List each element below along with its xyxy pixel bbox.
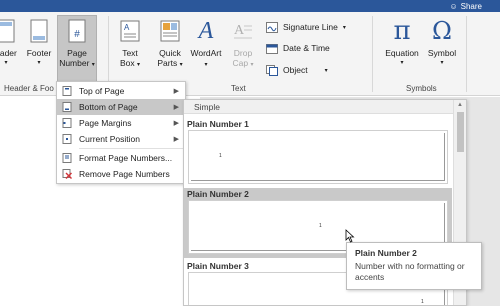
date-time-button[interactable]: Date & Time: [266, 41, 330, 55]
text-box-label-2: Box ▾: [119, 58, 141, 68]
drop-cap-button[interactable]: A Drop Cap ▾: [228, 16, 258, 82]
chevron-down-icon: ▾: [324, 67, 328, 74]
equation-button[interactable]: π Equation ▾: [382, 16, 422, 82]
title-bar: ☺ Share: [0, 0, 500, 12]
page-number-icon: #: [63, 16, 91, 46]
wordart-button[interactable]: A WordArt ▾: [188, 16, 224, 82]
page-number-menu: Top of Page ▶ Bottom of Page ▶ Page Marg…: [56, 81, 186, 184]
group-separator: [372, 16, 373, 92]
gallery-item-preview: 1: [188, 130, 448, 184]
symbol-button[interactable]: Ω Symbol ▾: [425, 16, 459, 82]
drop-cap-icon: A: [229, 16, 257, 46]
text-box-label-1: Text: [122, 48, 138, 58]
bottom-of-page-icon: [62, 102, 72, 112]
share-label: Share: [460, 1, 482, 11]
page-number-button[interactable]: # Page Number ▾: [57, 15, 97, 83]
header-button[interactable]: eader ▾: [0, 16, 18, 82]
menu-separator: [79, 148, 185, 149]
group-label-symbols: Symbols: [406, 84, 437, 93]
page-number-preview: 1: [319, 223, 322, 229]
scrollbar-thumb[interactable]: [457, 112, 464, 152]
group-label-header-footer: Header & Foo: [4, 84, 54, 93]
top-of-page-icon: [62, 86, 72, 96]
group-separator: [466, 16, 467, 92]
wordart-icon: A: [198, 18, 214, 44]
menu-item-remove-page-numbers[interactable]: Remove Page Numbers: [57, 166, 185, 182]
date-time-label: Date & Time: [283, 43, 330, 53]
menu-item-top-of-page[interactable]: Top of Page ▶: [57, 83, 185, 99]
signature-line-label: Signature Line: [283, 22, 338, 32]
object-label: Object: [283, 65, 308, 75]
chevron-down-icon: ▾: [4, 60, 8, 66]
gallery-item-plain-number-1[interactable]: Plain Number 1 1: [184, 118, 452, 184]
symbol-label: Symbol: [427, 48, 457, 58]
footer-button[interactable]: Footer ▾: [22, 16, 56, 82]
menu-item-label: Bottom of Page: [79, 102, 138, 112]
page-number-preview: 1: [421, 299, 424, 305]
tooltip: Plain Number 2 Number with no formatting…: [346, 242, 482, 290]
header-icon: [0, 16, 20, 46]
menu-item-label: Page Margins: [79, 118, 132, 128]
menu-item-current-position[interactable]: Current Position ▶: [57, 131, 185, 147]
text-box-button[interactable]: A Text Box ▾: [114, 16, 146, 82]
gallery-section-header: Simple: [184, 100, 466, 114]
format-page-numbers-icon: [62, 153, 72, 163]
menu-item-label: Format Page Numbers...: [79, 153, 173, 163]
signature-line-button[interactable]: Signature Line ▾: [266, 20, 346, 34]
menu-item-label: Current Position: [79, 134, 140, 144]
chevron-right-icon: ▶: [173, 120, 179, 127]
calendar-icon: [266, 43, 278, 54]
page-number-preview: 1: [219, 153, 222, 159]
menu-item-label: Top of Page: [79, 86, 125, 96]
tooltip-description: Number with no formatting or accents: [355, 261, 465, 282]
object-button[interactable]: Object ▾: [266, 63, 328, 77]
hash-glyph: #: [74, 29, 80, 40]
group-label-text: Text: [231, 84, 246, 93]
equation-label: Equation: [385, 48, 419, 58]
person-icon: ☺: [449, 1, 458, 11]
text-box-icon: A: [116, 16, 144, 46]
chevron-right-icon: ▶: [173, 104, 179, 111]
quick-parts-label-2: Parts ▾: [157, 58, 183, 68]
remove-page-numbers-icon: [62, 169, 72, 179]
omega-icon: Ω: [432, 17, 452, 45]
menu-item-format-page-numbers[interactable]: Format Page Numbers...: [57, 150, 185, 166]
gallery-item-title: Plain Number 1: [187, 119, 249, 129]
chevron-down-icon: ▾: [342, 24, 346, 31]
svg-text:A: A: [234, 23, 245, 38]
menu-item-label: Remove Page Numbers: [79, 169, 170, 179]
wordart-label: WordArt ▾: [190, 48, 222, 68]
header-label: eader: [0, 48, 17, 58]
mouse-cursor-icon: [345, 229, 355, 243]
signature-icon: [266, 21, 278, 33]
quick-parts-label-1: Quick: [159, 48, 181, 58]
chevron-right-icon: ▶: [173, 88, 179, 95]
share-button[interactable]: ☺ Share: [449, 0, 482, 12]
chevron-down-icon: ▾: [37, 60, 41, 66]
page-number-label-2: Number ▾: [59, 58, 95, 68]
drop-cap-label-1: Drop: [233, 48, 253, 58]
chevron-right-icon: ▶: [173, 136, 179, 143]
chevron-down-icon: ▾: [440, 60, 444, 66]
svg-text:A: A: [124, 23, 130, 32]
drop-cap-label-2: Cap ▾: [232, 58, 254, 68]
gallery-item-title: Plain Number 2: [187, 189, 249, 199]
scroll-up-arrow-icon[interactable]: ▲: [457, 102, 463, 108]
footer-icon: [25, 16, 53, 46]
chevron-down-icon: ▾: [400, 60, 404, 66]
pi-icon: π: [393, 16, 411, 46]
menu-item-bottom-of-page[interactable]: Bottom of Page ▶: [57, 99, 185, 115]
page-number-label-1: Page: [67, 48, 87, 58]
footer-label: Footer: [26, 48, 52, 58]
current-position-icon: [62, 134, 72, 144]
object-icon: [266, 64, 278, 76]
tooltip-title: Plain Number 2: [355, 248, 417, 258]
quick-parts-icon: [156, 16, 184, 46]
quick-parts-button[interactable]: Quick Parts ▾: [152, 16, 188, 82]
menu-item-page-margins[interactable]: Page Margins ▶: [57, 115, 185, 131]
page-margins-icon: [62, 118, 72, 128]
